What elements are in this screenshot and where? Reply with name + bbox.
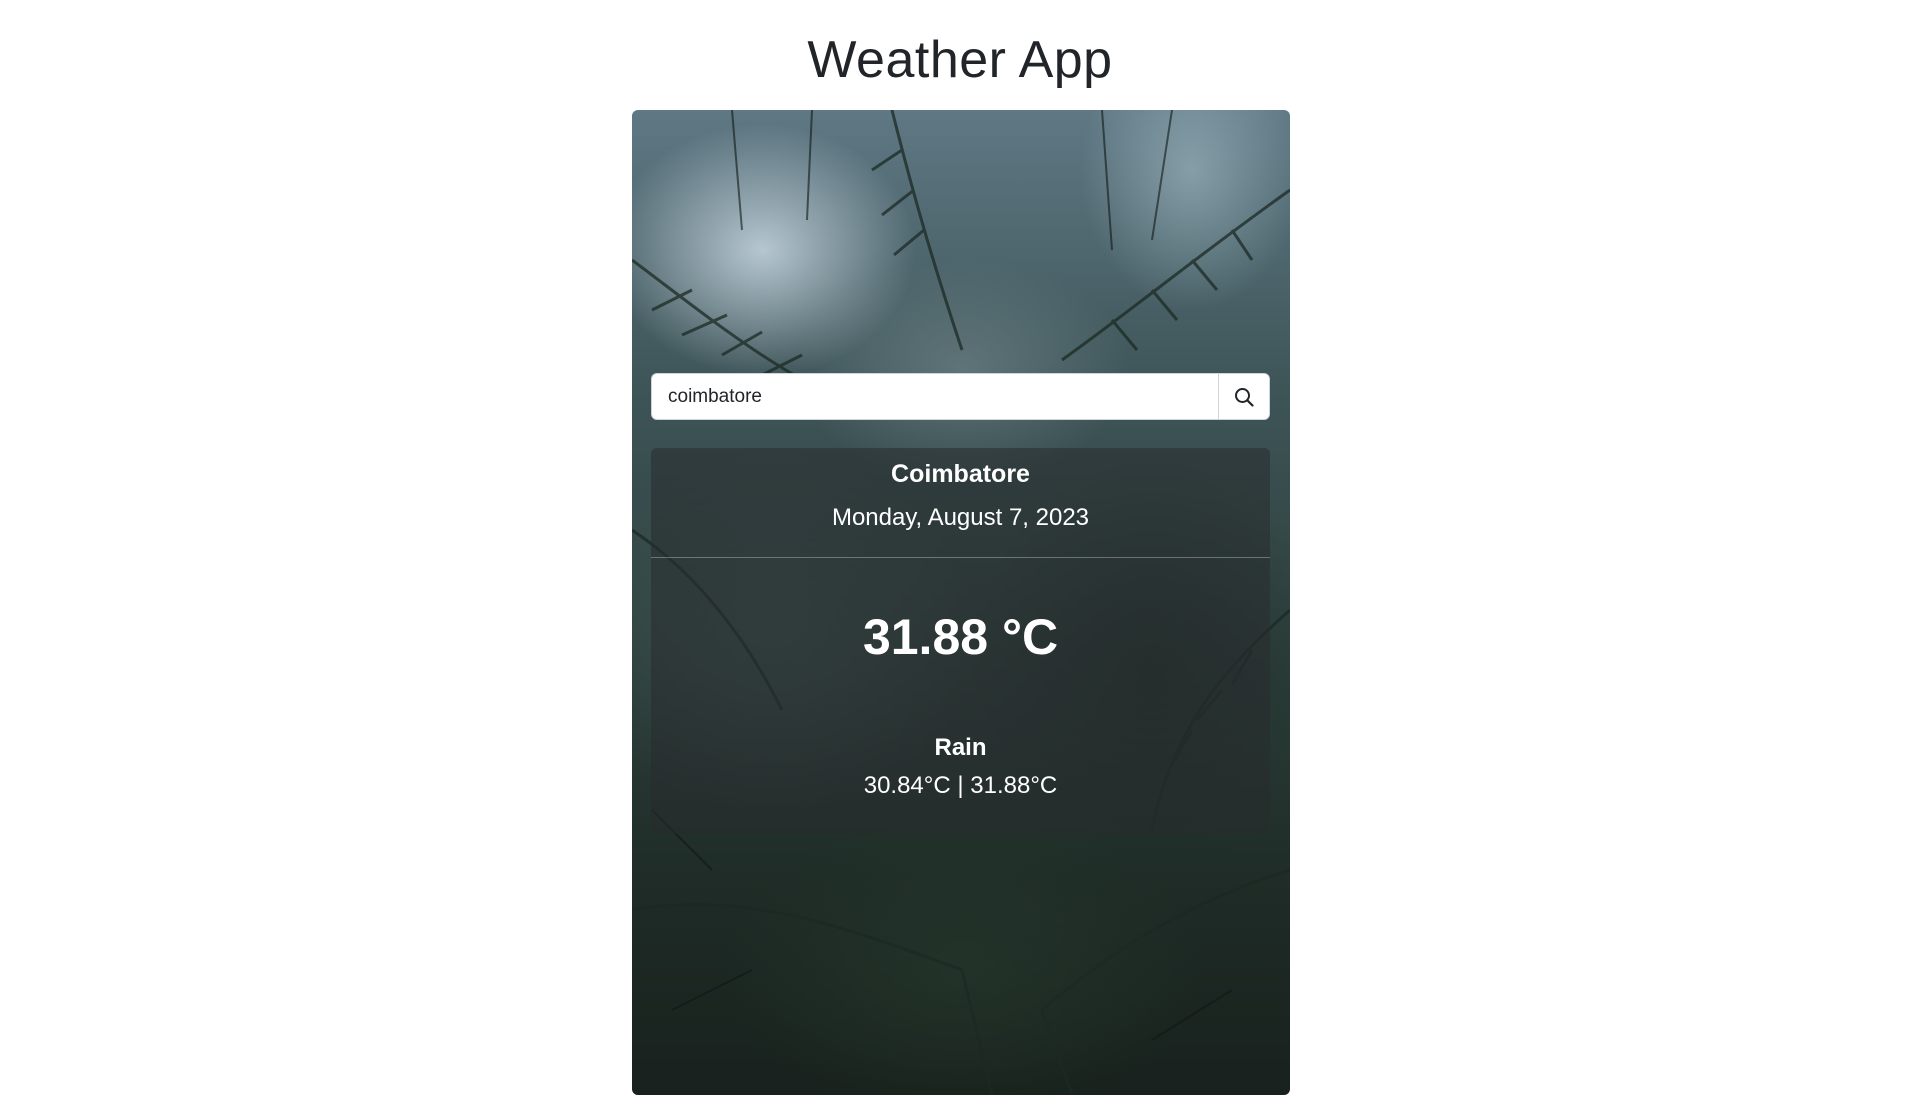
search-input[interactable] xyxy=(652,374,1218,419)
temperature-value: 31.88 °C xyxy=(862,609,1059,665)
page: Weather App coimbatore Coimbatore Monday… xyxy=(0,0,1920,1116)
weather-card: Coimbatore Monday, August 7, 2023 31.88 … xyxy=(632,110,1290,1095)
search-button[interactable] xyxy=(1218,374,1269,419)
app-title: Weather App xyxy=(807,31,1113,89)
weather-condition: Rain xyxy=(934,734,987,761)
date-text: Monday, August 7, 2023 xyxy=(831,504,1090,531)
weather-result-panel: Coimbatore Monday, August 7, 2023 31.88 … xyxy=(651,448,1270,834)
search-icon xyxy=(1235,387,1254,407)
search-box xyxy=(651,373,1270,420)
min-max-temperature: 30.84°C | 31.88°C xyxy=(863,772,1058,799)
city-name: Coimbatore xyxy=(891,460,1030,488)
divider xyxy=(651,557,1270,558)
